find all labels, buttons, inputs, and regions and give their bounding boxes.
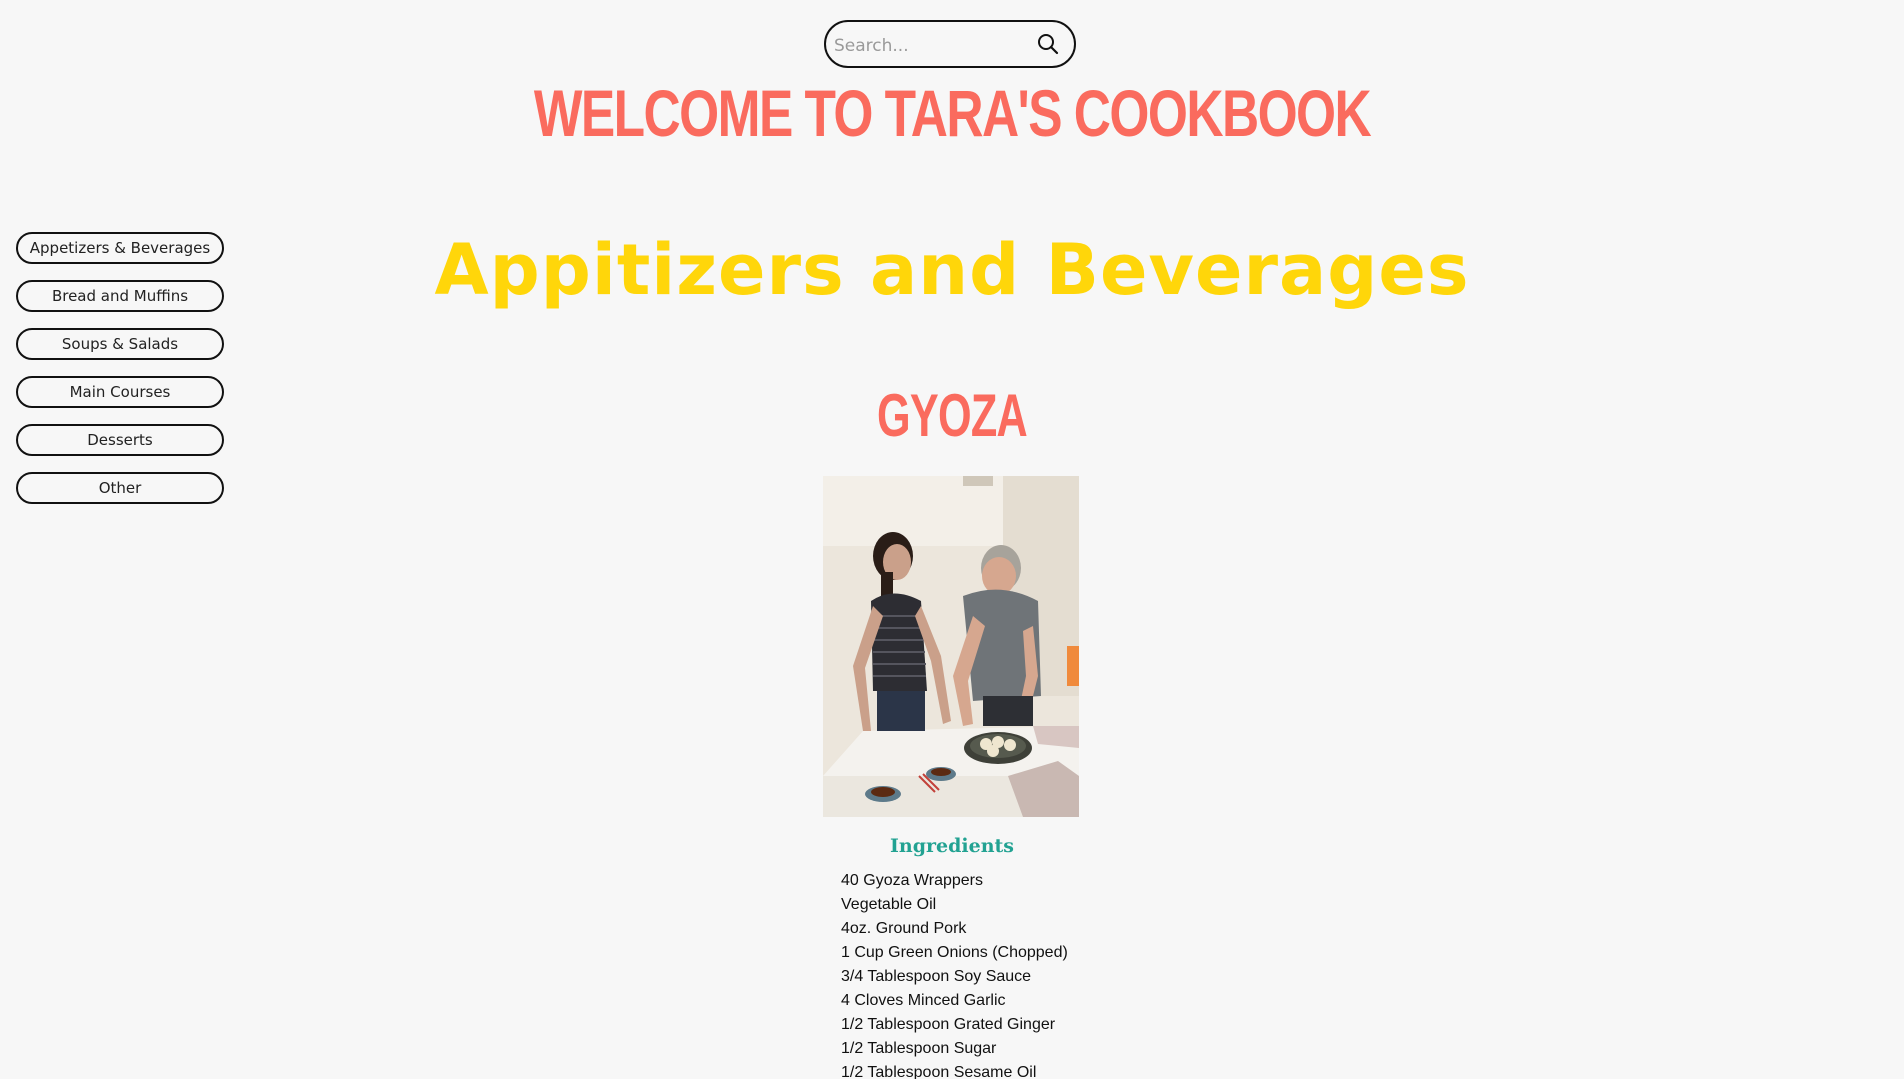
list-item: 1 Cup Green Onions (Chopped) — [841, 944, 1068, 961]
list-item: 3/4 Tablespoon Soy Sauce — [841, 968, 1032, 985]
sidebar-item-main-courses[interactable]: Main Courses — [16, 376, 224, 408]
search-icon[interactable] — [1036, 32, 1060, 56]
list-item: Vegetable Oil — [841, 896, 937, 913]
search-bar — [824, 20, 1076, 68]
ingredients-heading: Ingredients — [890, 835, 1014, 857]
list-item: 1/2 Tablespoon Sesame Oil — [841, 1064, 1037, 1079]
recipe-title: GYOZA — [876, 382, 1028, 449]
sidebar-item-other[interactable]: Other — [16, 472, 224, 504]
list-item: 1/2 Tablespoon Sugar — [841, 1040, 997, 1057]
sidebar-item-desserts[interactable]: Desserts — [16, 424, 224, 456]
list-item: 4 Cloves Minced Garlic — [841, 992, 1006, 1009]
list-item: 40 Gyoza Wrappers — [841, 872, 983, 889]
site-title: WELCOME TO TARA'S COOKBOOK — [533, 76, 1372, 150]
category-title: Appitizers and Beverages — [434, 229, 1470, 311]
ingredients-list: 40 Gyoza Wrappers Vegetable Oil 4oz. Gro… — [841, 869, 1068, 1079]
list-item: 4oz. Ground Pork — [841, 920, 967, 937]
recipe-photo — [823, 476, 1079, 817]
search-input[interactable] — [832, 30, 1026, 62]
list-item: 1/2 Tablespoon Grated Ginger — [841, 1016, 1056, 1033]
sidebar-item-soups-salads[interactable]: Soups & Salads — [16, 328, 224, 360]
page: WELCOME TO TARA'S COOKBOOK Appetizers & … — [0, 0, 1904, 1079]
